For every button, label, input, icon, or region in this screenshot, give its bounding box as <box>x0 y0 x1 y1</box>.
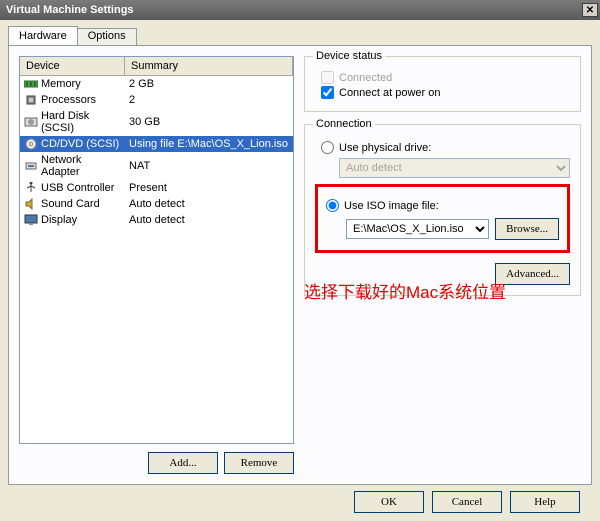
device-row-net[interactable]: Network Adapter NAT <box>20 152 293 180</box>
device-summary: Auto detect <box>125 197 293 211</box>
device-table: Device Summary Memory2 GBProcessors2Hard… <box>19 56 294 444</box>
cd-icon <box>24 138 38 150</box>
tab-hardware[interactable]: Hardware <box>8 26 78 45</box>
device-summary: 30 GB <box>125 115 293 129</box>
physical-drive-radio-row[interactable]: Use physical drive: <box>321 141 570 154</box>
window-title: Virtual Machine Settings <box>6 4 134 16</box>
close-icon: ✕ <box>586 5 594 16</box>
device-row-cd[interactable]: CD/DVD (SCSI) Using file E:\Mac\OS_X_Lion… <box>20 136 293 152</box>
remove-button[interactable]: Remove <box>224 452 294 474</box>
physical-drive-select: Auto detect <box>339 158 570 178</box>
add-button[interactable]: Add... <box>148 452 218 474</box>
device-name: Memory <box>41 78 81 90</box>
device-summary: 2 GB <box>125 77 293 91</box>
device-row-snd[interactable]: Sound Card Auto detect <box>20 196 293 212</box>
snd-icon <box>24 198 38 210</box>
title-bar: Virtual Machine Settings ✕ <box>0 0 600 20</box>
device-name: Network Adapter <box>41 154 121 178</box>
help-button[interactable]: Help <box>510 491 580 513</box>
header-device[interactable]: Device <box>20 57 125 76</box>
annotation-text: 选择下载好的Mac系统位置 <box>304 278 506 303</box>
browse-button[interactable]: Browse... <box>495 218 559 240</box>
device-name: USB Controller <box>41 182 114 194</box>
device-row-hdd[interactable]: Hard Disk (SCSI) 30 GB <box>20 108 293 136</box>
highlight-box: Use ISO image file: E:\Mac\OS_X_Lion.iso… <box>315 184 570 253</box>
connection-group: Connection Use physical drive: Auto dete… <box>304 124 581 296</box>
connected-checkbox-row: Connected <box>321 71 570 84</box>
device-summary: 2 <box>125 93 293 107</box>
poweron-checkbox[interactable] <box>321 86 334 99</box>
device-name: Hard Disk (SCSI) <box>41 110 121 134</box>
device-row-cpu[interactable]: Processors 2 <box>20 92 293 108</box>
device-summary: Auto detect <box>125 213 293 227</box>
ok-button[interactable]: OK <box>354 491 424 513</box>
close-button[interactable]: ✕ <box>582 3 598 17</box>
usb-icon <box>24 182 38 194</box>
connected-checkbox <box>321 71 334 84</box>
device-name: Display <box>41 214 77 226</box>
device-name: CD/DVD (SCSI) <box>41 138 119 150</box>
device-summary: NAT <box>125 159 293 173</box>
device-summary: Present <box>125 181 293 195</box>
mem-icon <box>24 78 38 90</box>
physical-drive-radio[interactable] <box>321 141 334 154</box>
header-summary[interactable]: Summary <box>125 57 293 76</box>
device-name: Processors <box>41 94 96 106</box>
tab-strip: Hardware Options <box>8 26 592 45</box>
group-title-connection: Connection <box>313 118 375 130</box>
iso-radio-row[interactable]: Use ISO image file: <box>326 199 559 212</box>
device-row-disp[interactable]: Display Auto detect <box>20 212 293 228</box>
device-status-group: Device status Connected Connect at power… <box>304 56 581 112</box>
advanced-button[interactable]: Advanced... <box>495 263 570 285</box>
device-summary: Using file E:\Mac\OS_X_Lion.iso <box>125 137 293 151</box>
disp-icon <box>24 214 38 226</box>
iso-path-select[interactable]: E:\Mac\OS_X_Lion.iso <box>346 219 489 239</box>
cancel-button[interactable]: Cancel <box>432 491 502 513</box>
iso-radio[interactable] <box>326 199 339 212</box>
net-icon <box>24 160 38 172</box>
poweron-checkbox-row[interactable]: Connect at power on <box>321 86 570 99</box>
group-title-status: Device status <box>313 50 385 62</box>
device-name: Sound Card <box>41 198 100 210</box>
device-row-usb[interactable]: USB Controller Present <box>20 180 293 196</box>
hdd-icon <box>24 116 38 128</box>
device-row-mem[interactable]: Memory 2 GB <box>20 76 293 92</box>
cpu-icon <box>24 94 38 106</box>
